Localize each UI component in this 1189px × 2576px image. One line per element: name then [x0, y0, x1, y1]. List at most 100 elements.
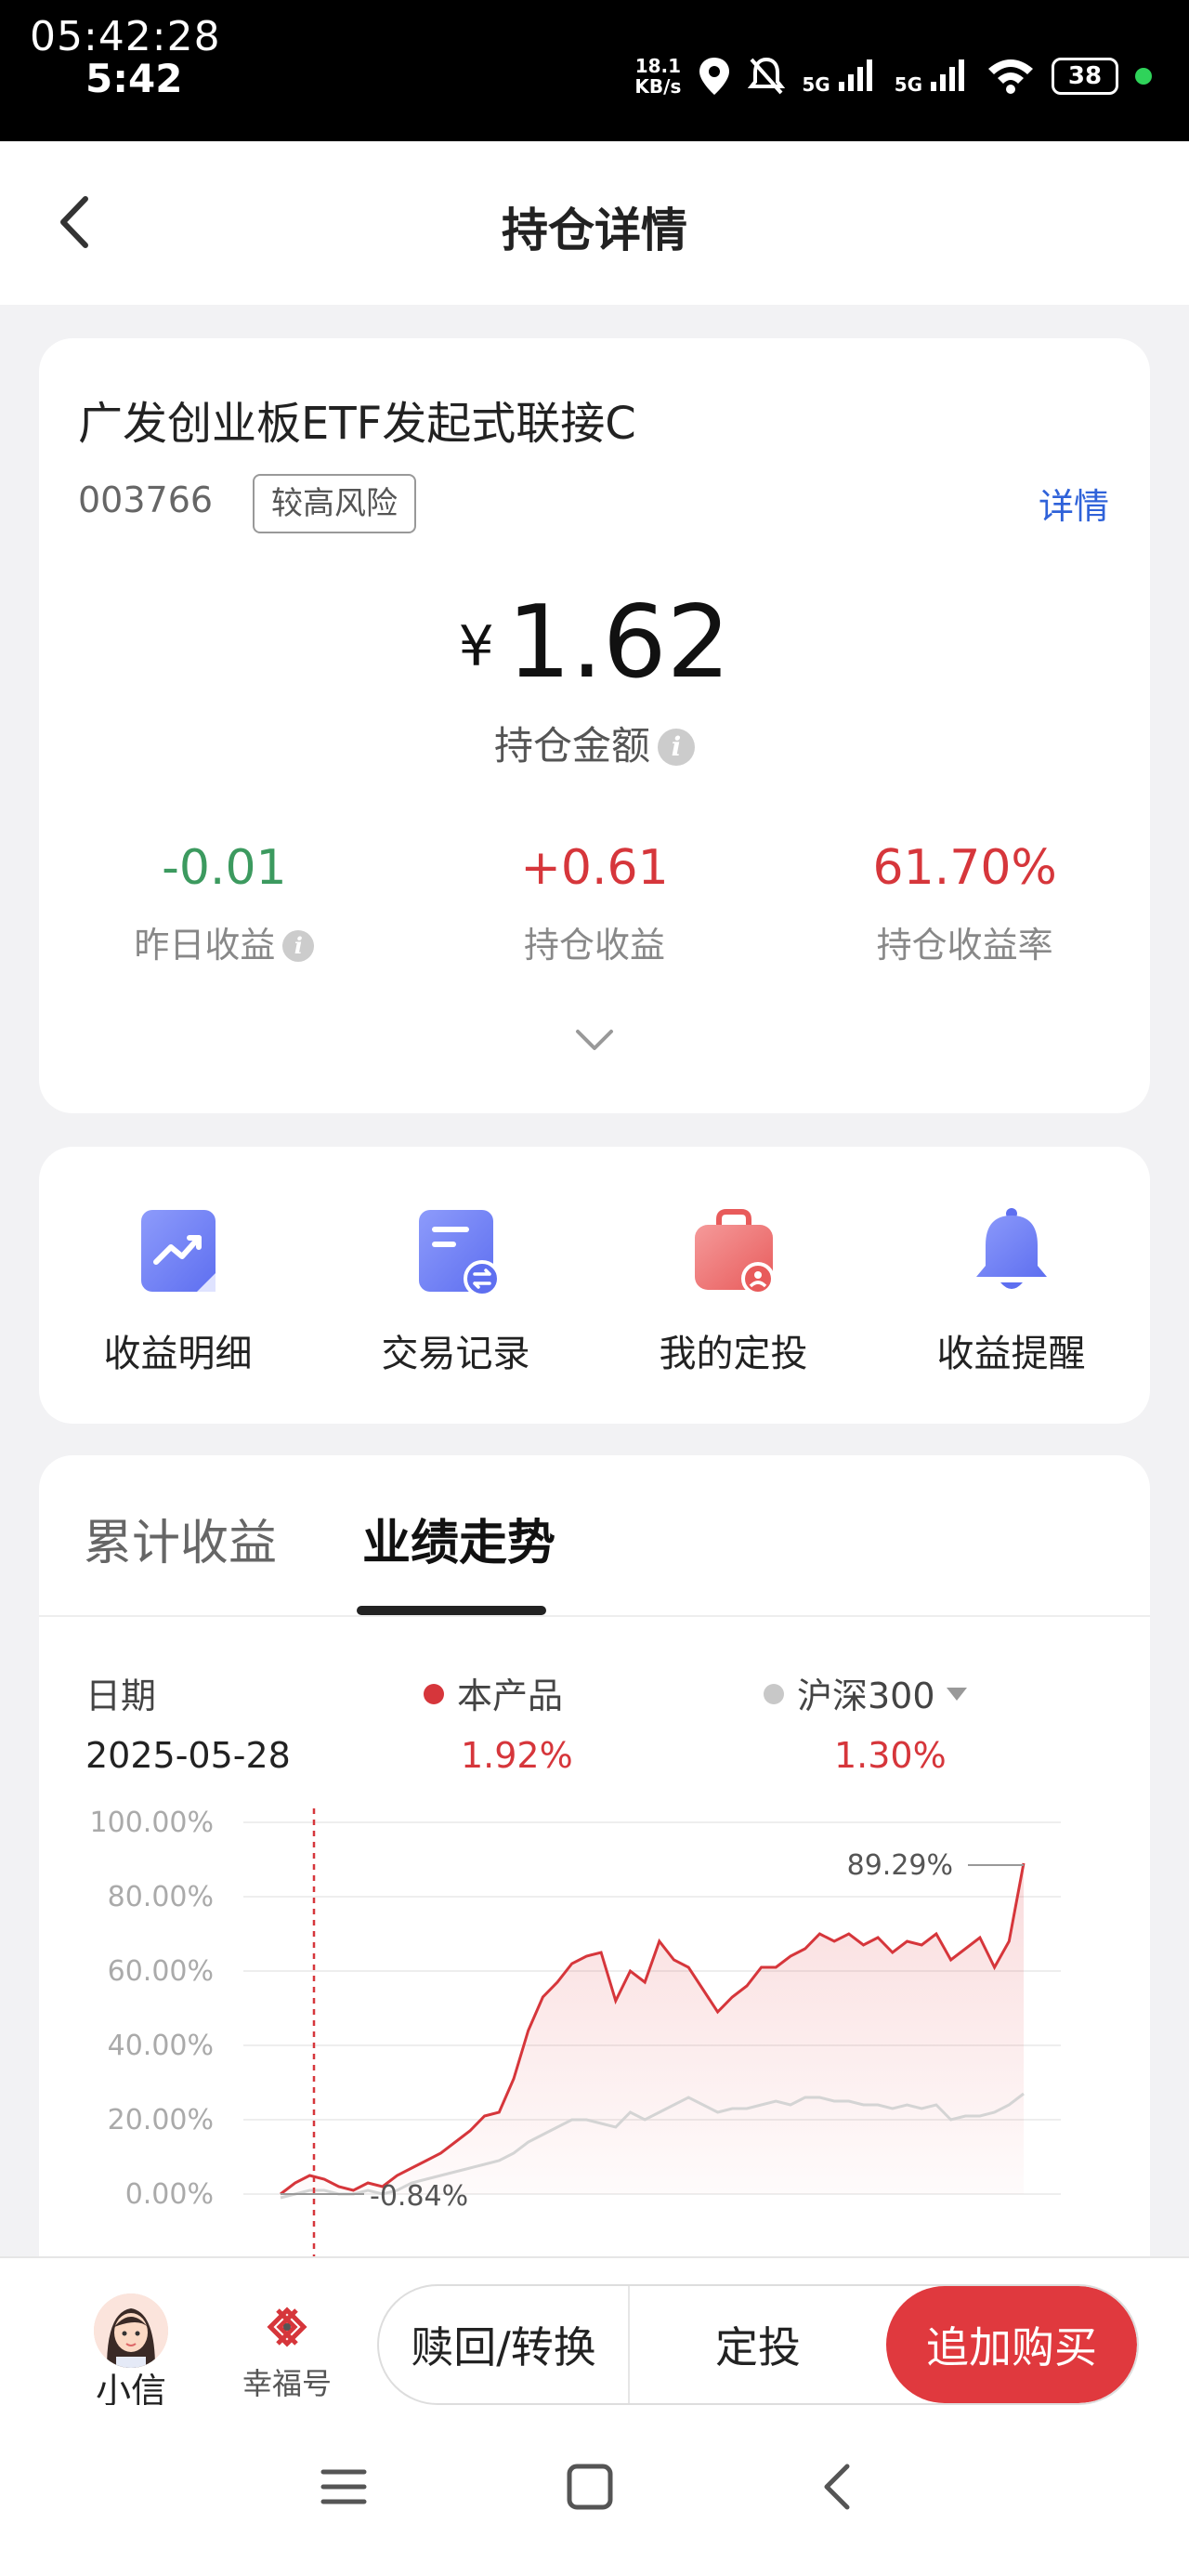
status-bar: 05:42:28 5:42 18.1 KB/s 5G 5G 38	[0, 0, 1189, 141]
product-area	[281, 1863, 1024, 2194]
shortcut-transaction-record[interactable]: 交易记录	[317, 1147, 594, 1424]
shortcut-my-sip[interactable]: 我的定投	[594, 1147, 872, 1424]
holding-amount: ¥1.62	[39, 585, 1150, 701]
y-tick-label: 20.00%	[108, 2104, 214, 2136]
legend-date: 日期 2025-05-28	[85, 1667, 291, 1776]
holding-stats: -0.01 昨日收益 i +0.61 持仓收益 61.70% 持仓收益率	[39, 840, 1150, 967]
fund-code: 003766	[78, 480, 214, 520]
tab-performance-trend[interactable]: 业绩走势	[362, 1504, 555, 1573]
signal-1: 5G	[802, 58, 877, 96]
status-indicators: 18.1 KB/s 5G 5G 38	[634, 48, 1152, 104]
fixed-invest-button[interactable]: 定投	[630, 2286, 886, 2403]
status-clock-seconds: 05:42:28	[30, 13, 221, 60]
signal-icon	[931, 59, 964, 91]
active-tab-indicator	[357, 1606, 546, 1615]
signal-2-label: 5G	[894, 72, 923, 96]
stat-holding-return-rate: 61.70% 持仓收益率	[779, 840, 1150, 967]
menu-icon[interactable]	[316, 2459, 372, 2515]
assistant-avatar-icon	[94, 2293, 168, 2368]
holding-amount-label: 持仓金额	[493, 723, 650, 769]
chevron-down-icon[interactable]	[574, 1026, 615, 1054]
signal-1-label: 5G	[802, 72, 830, 96]
stat-value: 61.70%	[872, 840, 1057, 896]
shortcut-label: 我的定投	[659, 1333, 808, 1375]
redeem-convert-button[interactable]: 赎回/转换	[379, 2286, 630, 2403]
info-icon[interactable]: i	[282, 930, 315, 962]
battery-level: 38	[1067, 62, 1103, 90]
action-pill: 赎回/转换 定投 追加购买	[377, 2284, 1139, 2405]
bell-icon	[975, 1208, 1047, 1289]
legend-product-value: 1.92%	[461, 1735, 573, 1776]
knot-logo-icon	[267, 2307, 307, 2347]
net-speed: 18.1 KB/s	[634, 56, 681, 97]
mute-bell-icon	[748, 57, 786, 95]
system-navigation-bar	[0, 2405, 1189, 2576]
nav-header: 持仓详情	[0, 141, 1189, 305]
signal-icon	[838, 59, 872, 91]
info-icon[interactable]: i	[658, 729, 695, 766]
legend-dot	[424, 1684, 444, 1704]
y-tick-label: 60.00%	[108, 1955, 214, 1988]
battery-icon: 38	[1052, 58, 1118, 95]
shortcut-profit-detail[interactable]: 收益明细	[39, 1147, 317, 1424]
currency-symbol: ¥	[458, 614, 494, 679]
stat-label: 持仓收益	[524, 925, 666, 966]
stat-yesterday-profit: -0.01 昨日收益 i	[39, 840, 410, 967]
stat-holding-profit: +0.61 持仓收益	[410, 840, 780, 967]
back-icon[interactable]	[810, 2459, 866, 2515]
wifi-icon	[988, 59, 1033, 94]
legend-date-label: 日期	[85, 1676, 157, 1716]
bag-user-icon	[694, 1209, 775, 1295]
shortcut-label: 收益提醒	[936, 1333, 1086, 1375]
stat-label: 昨日收益	[134, 925, 276, 966]
happy-account-label: 幸福号	[242, 2366, 332, 2401]
location-icon	[699, 58, 730, 95]
stat-label: 持仓收益率	[876, 925, 1053, 966]
assistant-button[interactable]: 小信	[89, 2293, 173, 2413]
chart-trend-icon	[140, 1210, 216, 1292]
avatar	[94, 2293, 168, 2368]
legend-product: 本产品 1.92%	[424, 1667, 573, 1776]
shortcut-label: 交易记录	[381, 1333, 530, 1375]
shortcut-profit-reminder[interactable]: 收益提醒	[872, 1147, 1150, 1424]
shortcut-card: 收益明细 交易记录 我的定投 收益提醒	[39, 1147, 1150, 1424]
min-annotation: -0.84%	[370, 2180, 468, 2213]
bottom-action-bar: 小信 幸福号 赎回/转换 定投 追加购买	[0, 2256, 1189, 2412]
stat-value: -0.01	[162, 840, 287, 896]
status-clock: 5:42	[85, 56, 183, 101]
fund-detail-link[interactable]: 详情	[1039, 478, 1109, 529]
performance-card: 累计收益 业绩走势 日期 2025-05-28 本产品 1.92% 沪深300 …	[39, 1455, 1150, 2292]
legend-date-value: 2025-05-28	[85, 1735, 291, 1776]
shortcut-label: 收益明细	[103, 1333, 253, 1375]
dropdown-caret-icon	[946, 1688, 967, 1701]
fund-name: 广发创业板ETF发起式联接C	[78, 398, 636, 450]
legend-dot	[764, 1684, 784, 1704]
holding-card: 广发创业板ETF发起式联接C 003766 较高风险 详情 ¥1.62 持仓金额…	[39, 338, 1150, 1113]
legend-index[interactable]: 沪深300 1.30%	[764, 1667, 967, 1776]
holding-amount-value: 1.62	[506, 585, 731, 701]
tab-cumulative-profit[interactable]: 累计收益	[84, 1504, 277, 1573]
page-title: 持仓详情	[502, 204, 687, 257]
active-indicator-dot	[1135, 68, 1152, 85]
add-purchase-button[interactable]: 追加购买	[886, 2286, 1137, 2403]
performance-chart[interactable]: 100.00%80.00%60.00%40.00%20.00%0.00%-20.…	[39, 1808, 1150, 2292]
home-square-icon[interactable]	[562, 2459, 618, 2515]
signal-2: 5G	[895, 58, 970, 96]
stat-label-row: 昨日收益 i	[39, 916, 410, 967]
risk-badge: 较高风险	[253, 474, 416, 533]
legend-product-label: 本产品	[457, 1676, 564, 1716]
max-annotation: 89.29%	[847, 1849, 953, 1882]
y-tick-label: 0.00%	[125, 2178, 214, 2211]
happy-account-button[interactable]: 幸福号	[236, 2305, 338, 2403]
y-tick-label: 40.00%	[108, 2030, 214, 2062]
y-tick-label: 80.00%	[108, 1881, 214, 1913]
legend-index-value: 1.30%	[834, 1735, 947, 1776]
y-tick-label: 100.00%	[90, 1808, 214, 1839]
legend-index-label: 沪深300	[797, 1676, 935, 1716]
performance-tabs: 累计收益 业绩走势	[39, 1455, 1150, 1617]
record-exchange-icon	[418, 1210, 501, 1297]
stat-value: +0.61	[520, 840, 669, 896]
net-speed-unit: KB/s	[634, 75, 682, 98]
holding-amount-label-row: 持仓金额 i	[39, 715, 1150, 771]
net-speed-value: 18.1	[634, 55, 682, 77]
